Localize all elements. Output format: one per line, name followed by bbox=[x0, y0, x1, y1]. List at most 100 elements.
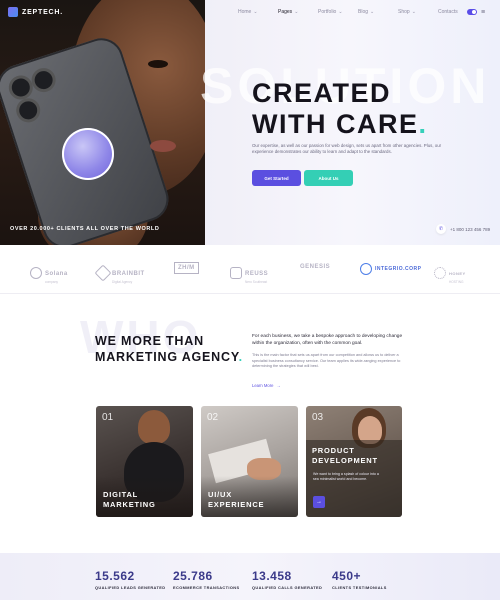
logo-icon bbox=[8, 7, 18, 17]
nav-item-portfolio[interactable]: Portfolio ⌄ bbox=[318, 9, 358, 15]
card-title: DIGITAL MARKETING bbox=[103, 490, 156, 510]
stat-item: 15.562 QUALIFIED LEADS GENERATED bbox=[95, 569, 165, 590]
brand-name: HONEY bbox=[449, 271, 466, 276]
get-started-button[interactable]: Get Started bbox=[252, 170, 301, 186]
solana-icon bbox=[30, 267, 42, 279]
headline-line: CREATED bbox=[252, 78, 392, 108]
phone-contact[interactable]: ✆ +1 800 123 456 789 bbox=[436, 224, 490, 234]
brand-sub: company bbox=[45, 280, 58, 284]
card-title: PRODUCT DEVELOPMENT bbox=[312, 446, 378, 466]
nav-label: Pages bbox=[278, 9, 293, 15]
arrow-right-icon: → bbox=[276, 383, 281, 388]
card-arrow-button[interactable]: → bbox=[313, 496, 325, 508]
section-divider bbox=[0, 293, 500, 294]
menu-icon[interactable]: ≡ bbox=[481, 9, 485, 16]
nav-item-pages[interactable]: Pages ⌄ bbox=[278, 9, 318, 15]
chevron-down-icon: ⌄ bbox=[338, 9, 343, 15]
learn-more-label: Learn More bbox=[252, 383, 274, 388]
person-head bbox=[138, 410, 170, 444]
clients-stat: OVER 20.000+ CLIENTS ALL OVER THE WORLD bbox=[10, 226, 160, 232]
lips-shape bbox=[150, 140, 176, 152]
eye-shape bbox=[148, 60, 168, 68]
stat-value: 450+ bbox=[332, 569, 362, 583]
who-lead-text: For each business, we take a bespoke app… bbox=[252, 334, 403, 346]
headline-line: WITH CARE bbox=[252, 109, 419, 139]
stat-label: QUALIFIED CALLS GENERATED bbox=[252, 585, 323, 590]
nav-label: Contacts bbox=[438, 9, 458, 15]
chevron-down-icon: ⌄ bbox=[253, 9, 258, 15]
card-title-line: EXPERIENCE bbox=[208, 500, 265, 509]
arrow-right-icon: → bbox=[316, 499, 322, 505]
stat-item: 25.786 ECOMMERCE TRANSACTIONS bbox=[173, 569, 240, 590]
card-title-line: DIGITAL bbox=[103, 490, 139, 499]
service-card-uiux[interactable]: 02 UI/UX EXPERIENCE bbox=[201, 406, 298, 517]
card-title-line: PRODUCT bbox=[312, 446, 355, 455]
reuss-icon bbox=[230, 267, 242, 279]
stat-label: QUALIFIED LEADS GENERATED bbox=[95, 585, 166, 590]
nav-menu: Home ⌄ Pages ⌄ Portfolio ⌄ Blog ⌄ Shop ⌄ Cont… bbox=[238, 9, 478, 15]
integrio-icon bbox=[360, 263, 372, 275]
brand-sub: Nero Southeast bbox=[245, 280, 268, 284]
brand-logo-reuss[interactable]: REUSS Nero Southeast bbox=[230, 262, 268, 284]
hero-headline: CREATED WITH CARE. bbox=[252, 78, 492, 140]
card-title-line: UI/UX bbox=[208, 490, 233, 499]
headline-dot: . bbox=[418, 109, 428, 139]
title-line: WE MORE THAN bbox=[95, 334, 204, 348]
hero-image bbox=[0, 0, 205, 245]
brand-name: Solana bbox=[45, 271, 68, 277]
brand-name: GENESIS bbox=[300, 264, 331, 270]
title-dot: . bbox=[238, 350, 243, 364]
camera-lens bbox=[9, 76, 33, 99]
brainbit-icon bbox=[94, 264, 112, 282]
brand-name: REUSS bbox=[245, 271, 269, 277]
chevron-down-icon: ⌄ bbox=[294, 9, 299, 15]
hero-section: OVER 20.000+ CLIENTS ALL OVER THE WORLD … bbox=[0, 0, 500, 245]
about-us-button[interactable]: About Us bbox=[304, 170, 353, 186]
logo-text: ZEPTECH. bbox=[22, 8, 64, 16]
camera-lens bbox=[16, 98, 40, 122]
honey-icon bbox=[434, 267, 446, 279]
brand-logo-zhm[interactable]: ZH/M bbox=[174, 262, 199, 274]
nav-label: Portfolio bbox=[318, 9, 337, 15]
phone-number: +1 800 123 456 789 bbox=[450, 226, 491, 232]
card-number: 01 bbox=[102, 412, 114, 423]
card-title: UI/UX EXPERIENCE bbox=[208, 490, 264, 510]
title-line: MARKETING AGENCY bbox=[95, 350, 239, 364]
stat-label: CLIENTS TESTIMONIALS bbox=[332, 585, 387, 590]
card-description: We want to bring a splash of colour into… bbox=[313, 472, 379, 481]
card-title-line: MARKETING bbox=[103, 500, 156, 509]
brand-sub: HOSTING bbox=[449, 280, 464, 284]
nav-label: Blog bbox=[358, 9, 369, 15]
brand-logo-genesis[interactable]: GENESIS bbox=[300, 264, 330, 270]
brand-name: INTEGRIO.CORP bbox=[375, 266, 422, 272]
stat-value: 25.786 bbox=[173, 569, 213, 583]
phone-icon: ✆ bbox=[436, 224, 446, 234]
nav-item-blog[interactable]: Blog ⌄ bbox=[358, 9, 398, 15]
client-logos: Solana company BRAINBIT Digital Agency ZH/… bbox=[0, 252, 500, 288]
chevron-down-icon: ⌄ bbox=[370, 9, 375, 15]
nav-item-home[interactable]: Home ⌄ bbox=[238, 9, 278, 15]
card-title-line: DEVELOPMENT bbox=[312, 456, 378, 465]
stats-section: 15.562 QUALIFIED LEADS GENERATED 25.786 … bbox=[0, 553, 500, 600]
brand-logo-solana[interactable]: Solana company bbox=[30, 262, 68, 284]
camera-lens bbox=[32, 68, 55, 92]
brand-logo-integrio[interactable]: INTEGRIO.CORP bbox=[360, 263, 422, 275]
nav-item-shop[interactable]: Shop ⌄ bbox=[398, 9, 438, 15]
card-number: 02 bbox=[207, 412, 219, 423]
brand-logo-honey[interactable]: HONEY HOSTING bbox=[434, 262, 466, 284]
brand-logo-brainbit[interactable]: BRAINBIT Digital Agency bbox=[94, 262, 145, 284]
brand-name: ZH/M bbox=[174, 262, 199, 274]
phone-grip bbox=[62, 128, 114, 180]
theme-toggle[interactable] bbox=[467, 9, 477, 15]
who-body-text: This is the main factor that sets us apa… bbox=[252, 353, 401, 369]
main-nav: ZEPTECH. Home ⌄ Pages ⌄ Portfolio ⌄ Blog ⌄ S… bbox=[0, 0, 500, 24]
service-card-digital-marketing[interactable]: 01 DIGITAL MARKETING bbox=[96, 406, 193, 517]
learn-more-link[interactable]: Learn More → bbox=[252, 383, 281, 388]
nav-label: Home bbox=[238, 9, 252, 15]
logo[interactable]: ZEPTECH. bbox=[8, 7, 63, 17]
chevron-down-icon: ⌄ bbox=[411, 9, 416, 15]
stat-value: 13.458 bbox=[252, 569, 292, 583]
stat-item: 450+ CLIENTS TESTIMONIALS bbox=[332, 569, 387, 590]
stat-value: 15.562 bbox=[95, 569, 135, 583]
hero-description: Our expertise, as well as our passion fo… bbox=[252, 143, 442, 155]
